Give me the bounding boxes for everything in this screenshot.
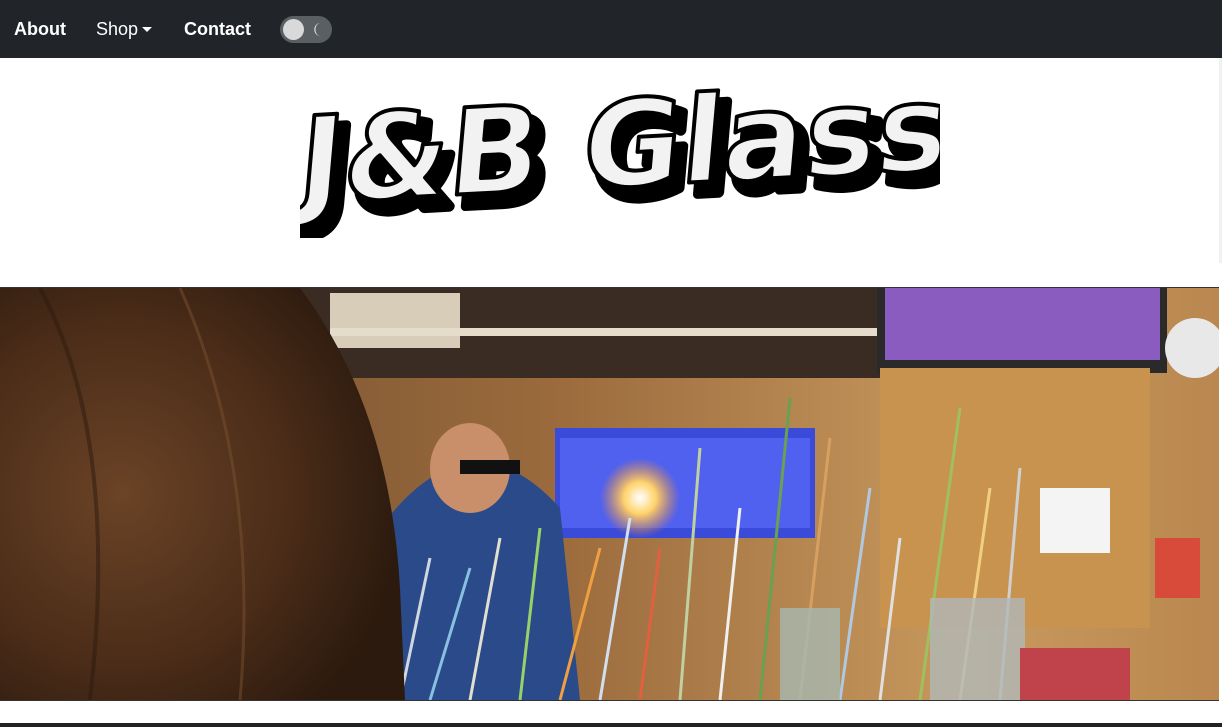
nav-shop-dropdown[interactable]: Shop [96,0,153,58]
hero-photo [0,287,1219,701]
site-logo[interactable]: J&B Glass J&B Glass [284,57,969,249]
theme-toggle[interactable] [280,16,332,43]
nav-shop-label: Shop [96,19,139,39]
workshop-photo [0,288,1219,700]
top-navbar: About Shop Contact [0,0,1222,58]
footer-edge [0,723,1222,727]
caret-down-icon [142,27,153,32]
logo-wordmark: J&B Glass J&B Glass [284,57,969,249]
moon-icon [314,22,322,37]
toggle-knob [283,19,304,40]
nav-about-link[interactable]: About [14,0,66,58]
nav-contact-link[interactable]: Contact [184,0,251,58]
